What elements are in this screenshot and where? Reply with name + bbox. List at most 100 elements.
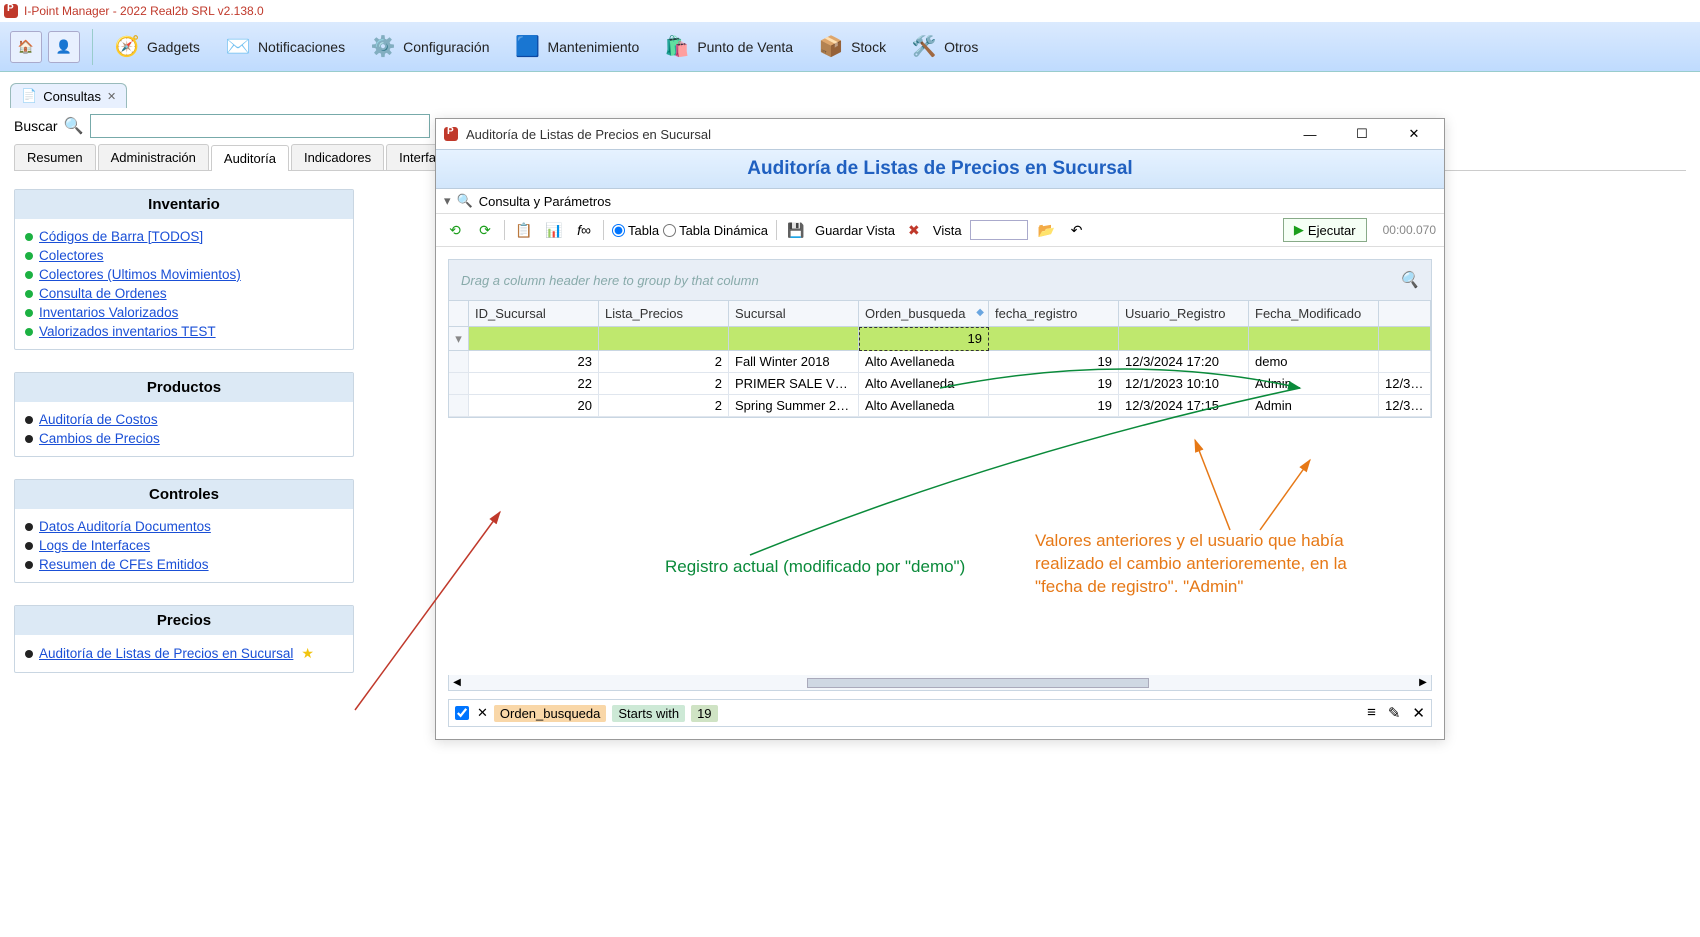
radio-tabla[interactable]: Tabla	[612, 223, 659, 238]
col-usuario-registro[interactable]: Usuario_Registro	[1119, 301, 1249, 327]
link-auditoria-costos[interactable]: Auditoría de Costos	[39, 412, 158, 427]
cat-productos: Productos Auditoría de Costos Cambios de…	[14, 372, 354, 457]
radio-input[interactable]	[612, 224, 625, 237]
cell: Spring Summer 20...	[729, 395, 859, 417]
search-input[interactable]	[90, 114, 430, 138]
link-auditoria-listas-precios[interactable]: Auditoría de Listas de Precios en Sucurs…	[39, 646, 293, 661]
link-valorizados-test[interactable]: Valorizados inventarios TEST	[39, 324, 216, 339]
cell: Admin	[1249, 373, 1379, 395]
col-label: Orden_busqueda	[865, 306, 965, 321]
cell: 2	[599, 395, 729, 417]
ribbon-stock[interactable]: 📦Stock	[807, 29, 896, 65]
save-icon[interactable]: 💾	[785, 219, 807, 241]
fx-button[interactable]: f∞	[573, 219, 595, 241]
tab-administracion[interactable]: Administración	[98, 144, 209, 170]
cell: Alto Avellaneda	[859, 373, 989, 395]
link-cambios-precios[interactable]: Cambios de Precios	[39, 431, 160, 446]
filter-enabled-checkbox[interactable]	[455, 706, 469, 720]
view-mode: Tabla Tabla Dinámica	[612, 223, 768, 238]
col-orden-busqueda[interactable]: Orden_busqueda◆	[859, 301, 989, 327]
divider	[776, 220, 777, 240]
user-button[interactable]: 👤	[48, 31, 80, 63]
tab-consultas[interactable]: 📄 Consultas ✕	[10, 83, 127, 108]
close-icon[interactable]: ✕	[107, 90, 116, 103]
col-sucursal[interactable]: Sucursal	[729, 301, 859, 327]
tab-resumen[interactable]: Resumen	[14, 144, 96, 170]
filter-cell[interactable]	[469, 327, 599, 351]
data-grid: ID_Sucursal Lista_Precios Sucursal Orden…	[448, 301, 1432, 418]
link-inv-valorizados[interactable]: Inventarios Valorizados	[39, 305, 178, 320]
scroll-right-icon[interactable]: ▶	[1415, 677, 1431, 688]
scroll-thumb[interactable]	[807, 678, 1149, 688]
cell: 20	[469, 395, 599, 417]
link-datos-auditoria[interactable]: Datos Auditoría Documentos	[39, 519, 211, 534]
back-button[interactable]: ⟲	[444, 219, 466, 241]
filter-edit-icon[interactable]: ✎	[1388, 704, 1401, 722]
table-row[interactable]: 202Spring Summer 20...Alto Avellaneda191…	[449, 395, 1431, 417]
ribbon-notificaciones[interactable]: ✉️Notificaciones	[214, 29, 355, 65]
chevron-down-icon[interactable]: ▾	[444, 193, 451, 209]
ejecutar-button[interactable]: ▶Ejecutar	[1283, 218, 1367, 242]
clear-filter-icon[interactable]: ✕	[477, 705, 488, 721]
filter-cell-orden[interactable]: 19	[859, 327, 989, 351]
table-row[interactable]: 222PRIMER SALE VER...Alto Avellaneda1912…	[449, 373, 1431, 395]
ribbon-pdv[interactable]: 🛍️Punto de Venta	[653, 29, 803, 65]
group-panel[interactable]: Drag a column header here to group by th…	[448, 259, 1432, 301]
ribbon-mantenimiento[interactable]: 🟦Mantenimiento	[503, 29, 649, 65]
cell: 19	[989, 395, 1119, 417]
filter-close-icon[interactable]: ✕	[1412, 704, 1425, 722]
scroll-track[interactable]	[465, 677, 1415, 689]
export-button[interactable]: 📊	[543, 219, 565, 241]
tab-auditoria[interactable]: Auditoría	[211, 145, 289, 171]
filter-status-bar: ✕ Orden_busqueda Starts with 19 ≡ ✎ ✕	[448, 699, 1432, 727]
ribbon-configuracion[interactable]: ⚙️Configuración	[359, 29, 499, 65]
ribbon-otros[interactable]: 🛠️Otros	[900, 29, 988, 65]
filter-cell[interactable]	[729, 327, 859, 351]
link-consulta-ordenes[interactable]: Consulta de Ordenes	[39, 286, 167, 301]
row-selector-header[interactable]	[449, 301, 469, 327]
home-button[interactable]: 🏠	[10, 31, 42, 63]
undo-button[interactable]: ↶	[1066, 219, 1088, 241]
filter-cell[interactable]	[1379, 327, 1431, 351]
filter-cell[interactable]	[989, 327, 1119, 351]
filter-selector[interactable]: ▾	[449, 327, 469, 351]
ribbon-gadgets[interactable]: 🧭Gadgets	[103, 29, 210, 65]
filter-cell[interactable]	[1119, 327, 1249, 351]
link-colectores-ult[interactable]: Colectores (Ultimos Movimientos)	[39, 267, 241, 282]
radio-dinamica[interactable]: Tabla Dinámica	[663, 223, 768, 238]
filter-cell[interactable]	[599, 327, 729, 351]
col-lista-precios[interactable]: Lista_Precios	[599, 301, 729, 327]
link-codigos-barra[interactable]: Códigos de Barra [TODOS]	[39, 229, 203, 244]
close-button[interactable]: ✕	[1392, 120, 1436, 148]
row-selector[interactable]	[449, 373, 469, 395]
horizontal-scrollbar[interactable]: ◀ ▶	[448, 675, 1432, 691]
col-extra[interactable]	[1379, 301, 1431, 327]
cat-header: Controles	[15, 480, 353, 509]
row-selector[interactable]	[449, 395, 469, 417]
link-logs-interfaces[interactable]: Logs de Interfaces	[39, 538, 150, 553]
cat-header: Precios	[15, 606, 353, 635]
col-fecha-registro[interactable]: fecha_registro	[989, 301, 1119, 327]
col-id-sucursal[interactable]: ID_Sucursal	[469, 301, 599, 327]
table-row[interactable]: 232Fall Winter 2018Alto Avellaneda1912/3…	[449, 351, 1431, 373]
radio-input[interactable]	[663, 224, 676, 237]
filter-cell[interactable]	[1249, 327, 1379, 351]
minimize-button[interactable]: —	[1288, 120, 1332, 148]
link-resumen-cfes[interactable]: Resumen de CFEs Emitidos	[39, 557, 209, 572]
forward-button[interactable]: ⟳	[474, 219, 496, 241]
delete-button[interactable]: ✖	[903, 219, 925, 241]
maximize-button[interactable]: ☐	[1340, 120, 1384, 148]
open-button[interactable]: 📂	[1036, 219, 1058, 241]
filter-field: Orden_busqueda	[494, 705, 606, 722]
col-fecha-modificado[interactable]: Fecha_Modificado	[1249, 301, 1379, 327]
filter-menu-icon[interactable]: ≡	[1367, 704, 1376, 722]
vista-input[interactable]	[970, 220, 1028, 240]
search-icon[interactable]: 🔍	[1399, 270, 1419, 290]
row-selector[interactable]	[449, 351, 469, 373]
guardar-vista-button[interactable]: Guardar Vista	[815, 223, 895, 238]
tab-indicadores[interactable]: Indicadores	[291, 144, 384, 170]
link-colectores[interactable]: Colectores	[39, 248, 104, 263]
search-icon: 🔍	[64, 116, 84, 136]
copy-button[interactable]: 📋	[513, 219, 535, 241]
scroll-left-icon[interactable]: ◀	[449, 677, 465, 688]
